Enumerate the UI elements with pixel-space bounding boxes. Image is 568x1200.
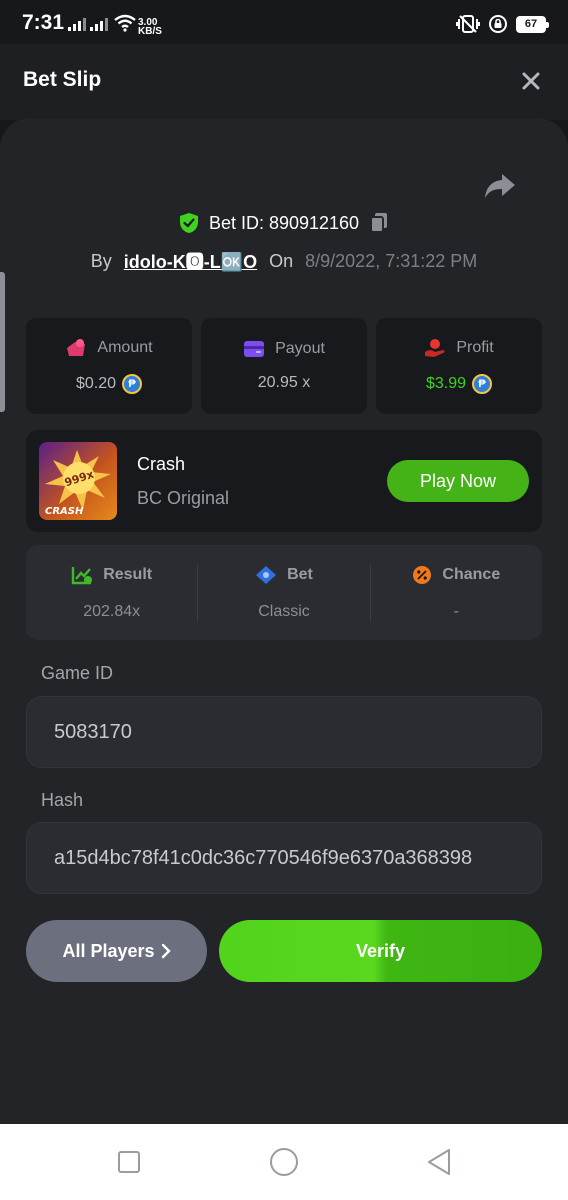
screen: 7:31 3.00 KB/S 67 Bet Slip Bet ID: 89091… [0, 0, 568, 1200]
profit-label-row: Profit [424, 338, 494, 358]
amount-label: Amount [97, 339, 153, 356]
hash-label: Hash [41, 790, 84, 810]
payout-value-row: 20.95 x [258, 374, 310, 392]
chance-value: - [453, 602, 459, 620]
percent-icon [413, 565, 432, 584]
result-value: 202.84x [83, 602, 141, 620]
chance-label: Chance [442, 565, 501, 583]
signal-icon [90, 17, 108, 31]
game-id-label: Game ID [41, 663, 114, 683]
hash-field[interactable]: a15d4bc78f41c0dc36c770546f9e6370a368398 [26, 822, 542, 894]
verified-shield-icon [179, 213, 198, 233]
close-icon[interactable] [518, 68, 544, 94]
profit-value: $3.99 [425, 375, 467, 392]
chart-icon [72, 566, 93, 584]
all-players-button[interactable]: All Players [26, 920, 207, 982]
payout-label: Payout [275, 340, 325, 357]
all-players-label: All Players [62, 940, 155, 961]
vibrate-icon [456, 15, 480, 33]
ticket-icon [256, 565, 277, 584]
network-speed: 3.00 KB/S [138, 18, 162, 37]
share-icon[interactable] [484, 172, 516, 200]
bet-owner-row: By idolo-K🅾-L🆗O On 8/9/2022, 7:31:22 PM [0, 248, 568, 274]
status-time: 7:31 [22, 11, 65, 34]
status-bar: 7:31 3.00 KB/S 67 [0, 0, 568, 44]
bet-id-row: Bet ID: 890912160 [0, 212, 568, 234]
bet-datetime: 8/9/2022, 7:31:22 PM [305, 250, 478, 271]
profit-stat: Profit $3.99 ₱ [376, 318, 542, 414]
coin-icon: ₱ [472, 374, 493, 394]
payout-value: 20.95 x [257, 374, 311, 391]
crash-game-art: 999x CRASH [39, 442, 117, 520]
status-right: 67 [456, 14, 549, 34]
coin-icon: ₱ [122, 374, 143, 394]
chevron-right-icon [161, 943, 171, 959]
profit-label: Profit [456, 339, 494, 356]
payout-stat: Payout 20.95 x [201, 318, 367, 414]
rotation-lock-icon [489, 15, 507, 33]
system-nav-bar [0, 1124, 568, 1200]
chance-column: Chance - [371, 565, 542, 621]
battery-indicator: 67 [516, 15, 549, 33]
bet-column: Bet Classic [198, 565, 369, 621]
profit-icon [425, 339, 445, 357]
result-panel: Result 202.84x Bet Classic Chance - [26, 545, 542, 640]
home-icon[interactable] [268, 1146, 300, 1178]
game-thumbnail[interactable]: 999x CRASH [39, 442, 117, 520]
bet-detail-card: Bet ID: 890912160 By idolo-K🅾-L🆗O On 8/9… [0, 118, 568, 1124]
scroll-indicator[interactable] [0, 272, 5, 412]
signal-icon [68, 17, 86, 31]
on-label: On [269, 250, 294, 271]
bet-id: Bet ID: 890912160 [208, 212, 360, 233]
bet-label-row: Bet [255, 565, 313, 585]
chance-label-row: Chance [412, 565, 500, 585]
verify-button[interactable]: Verify [219, 920, 542, 982]
result-label: Result [103, 565, 153, 583]
profit-value-row: $3.99 ₱ [425, 374, 493, 394]
game-row: 999x CRASH Crash BC Original Play Now [26, 430, 542, 532]
amount-value: $0.20 [75, 375, 117, 392]
play-now-button[interactable]: Play Now [387, 460, 529, 502]
copy-icon[interactable] [369, 212, 389, 234]
amount-label-row: Amount [65, 338, 153, 358]
result-label-row: Result [71, 565, 152, 585]
back-icon[interactable] [423, 1146, 455, 1178]
bet-stats: Amount $0.20 ₱ Payout 20.95 x Profit $3.… [26, 318, 542, 414]
amount-value-row: $0.20 ₱ [75, 374, 143, 394]
thumb-title: CRASH [45, 506, 84, 517]
by-label: By [90, 250, 112, 271]
game-subtitle: BC Original [137, 488, 230, 508]
page-title: Bet Slip [23, 68, 102, 91]
wifi-icon [114, 14, 136, 32]
recent-apps-icon[interactable] [113, 1146, 145, 1178]
speed-unit: KB/S [138, 26, 162, 37]
wallet-icon [244, 341, 265, 357]
bet-label: Bet [287, 565, 313, 583]
amount-icon [67, 339, 86, 356]
username-link[interactable]: idolo-K🅾-L🆗O [124, 248, 257, 274]
payout-label-row: Payout [243, 340, 325, 358]
result-column: Result 202.84x [26, 565, 197, 621]
game-name: Crash [137, 454, 186, 474]
amount-stat: Amount $0.20 ₱ [26, 318, 192, 414]
game-id-field[interactable]: 5083170 [26, 696, 542, 768]
bet-slip-header: Bet Slip [0, 44, 568, 120]
bet-value: Classic [258, 602, 310, 620]
